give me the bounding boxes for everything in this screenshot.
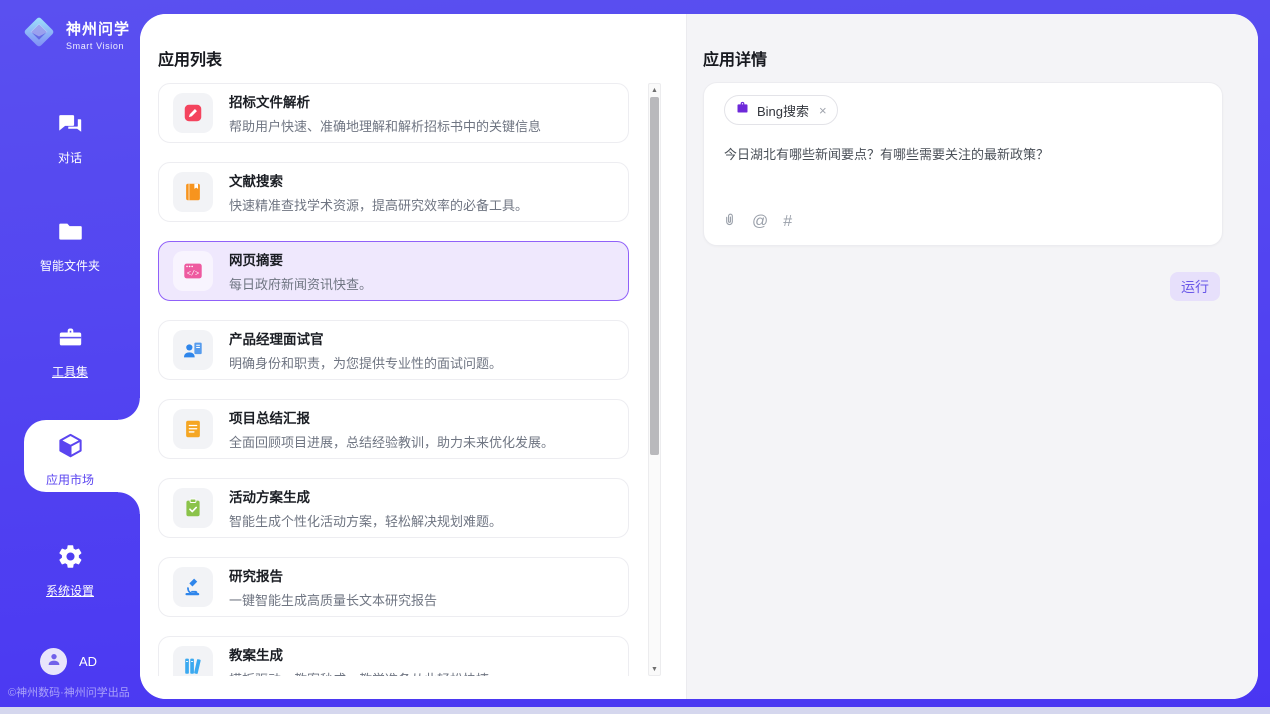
browser-code-icon: </>: [173, 251, 213, 291]
sidebar-item-folders[interactable]: 智能文件夹: [0, 218, 140, 274]
app-card-name: 产品经理面试官: [229, 328, 502, 348]
app-card[interactable]: 文献搜索快速精准查找学术资源，提高研究效率的必备工具。: [158, 162, 629, 222]
book-icon: [173, 172, 213, 212]
app-list-section: 应用列表 招标文件解析帮助用户快速、准确地理解和解析招标书中的关键信息文献搜索快…: [140, 14, 686, 699]
user-profile[interactable]: AD: [40, 648, 97, 675]
logo-diamond-icon: [20, 13, 58, 56]
app-list-title: 应用列表: [158, 46, 222, 70]
app-card-name: 研究报告: [229, 565, 437, 585]
tool-chip-label: Bing搜索: [757, 101, 809, 120]
cube-icon: [57, 432, 84, 464]
app-list: 招标文件解析帮助用户快速、准确地理解和解析招标书中的关键信息文献搜索快速精准查找…: [158, 83, 629, 676]
avatar[interactable]: [40, 648, 67, 675]
app-card-name: 活动方案生成: [229, 486, 502, 506]
sidebar: 神州问学 Smart Vision 对话智能文件夹工具集应用市场系统设置 AD …: [0, 0, 140, 714]
app-card[interactable]: 招标文件解析帮助用户快速、准确地理解和解析招标书中的关键信息: [158, 83, 629, 143]
prompt-card: Bing搜索 × 今日湖北有哪些新闻要点？有哪些需要关注的最新政策？ @ #: [703, 82, 1223, 246]
scrollbar-thumb[interactable]: [650, 97, 659, 455]
folder-icon: [57, 218, 84, 250]
scroll-up-icon[interactable]: ▲: [649, 84, 660, 96]
copyright-footer: ©神州数码·神州问学出品: [8, 684, 130, 700]
app-card-desc: 每日政府新闻资讯快查。: [229, 274, 372, 293]
app-card-name: 招标文件解析: [229, 91, 541, 111]
user-name: AD: [79, 654, 97, 669]
logo-title: 神州问学: [66, 18, 130, 39]
app-card-name: 文献搜索: [229, 170, 528, 190]
app-card-desc: 明确身份和职责，为您提供专业性的面试问题。: [229, 353, 502, 372]
app-card-desc: 模板驱动，教案秒成，教学准备从此轻松快捷: [229, 669, 489, 676]
attachment-icon[interactable]: [722, 211, 737, 233]
logo-subtitle: Smart Vision: [66, 41, 130, 51]
sidebar-item-label: 智能文件夹: [40, 257, 100, 274]
interviewer-icon: [173, 330, 213, 370]
clipboard-check-icon: [173, 488, 213, 528]
app-card[interactable]: 教案生成模板驱动，教案秒成，教学准备从此轻松快捷: [158, 636, 629, 676]
mention-icon[interactable]: @: [752, 214, 768, 230]
edit-icon: [173, 93, 213, 133]
person-icon: [46, 651, 62, 672]
main-panel: 应用列表 招标文件解析帮助用户快速、准确地理解和解析招标书中的关键信息文献搜索快…: [140, 14, 1258, 699]
app-card-desc: 帮助用户快速、准确地理解和解析招标书中的关键信息: [229, 116, 541, 135]
scrollbar[interactable]: ▲ ▼: [648, 83, 661, 676]
sidebar-item-app-market[interactable]: 应用市场: [0, 432, 140, 488]
sidebar-item-tools[interactable]: 工具集: [0, 324, 140, 380]
input-toolbar: @ #: [722, 211, 792, 233]
app-card[interactable]: 产品经理面试官明确身份和职责，为您提供专业性的面试问题。: [158, 320, 629, 380]
app-card[interactable]: </> 网页摘要每日政府新闻资讯快查。: [158, 241, 629, 301]
sidebar-item-chat[interactable]: 对话: [0, 110, 140, 166]
chip-close-icon[interactable]: ×: [819, 103, 827, 118]
hash-icon[interactable]: #: [783, 214, 792, 230]
svg-text:</>: </>: [187, 270, 199, 278]
toolbox-icon: [57, 324, 84, 356]
app-detail-section: 应用详情 Bing搜索 × 今日湖北有哪些新闻要点？有哪些需要关注的最新政策？: [686, 14, 1258, 699]
sidebar-item-label: 对话: [58, 149, 82, 166]
app-logo: 神州问学 Smart Vision: [20, 13, 130, 56]
app-detail-title: 应用详情: [703, 46, 767, 70]
app-card[interactable]: 项目总结汇报全面回顾项目进展，总结经验教训，助力未来优化发展。: [158, 399, 629, 459]
bottom-edge: [0, 707, 1270, 714]
sidebar-item-label: 应用市场: [46, 471, 94, 488]
app-card-desc: 全面回顾项目进展，总结经验教训，助力未来优化发展。: [229, 432, 554, 451]
briefcase-icon: [735, 100, 750, 120]
app-card-desc: 快速精准查找学术资源，提高研究效率的必备工具。: [229, 195, 528, 214]
books-icon: [173, 646, 213, 676]
app-card-name: 教案生成: [229, 644, 489, 664]
microscope-icon: [173, 567, 213, 607]
run-button[interactable]: 运行: [1170, 272, 1220, 301]
chat-icon: [57, 110, 84, 142]
app-card-desc: 智能生成个性化活动方案，轻松解决规划难题。: [229, 511, 502, 530]
sidebar-item-label: 系统设置: [46, 582, 94, 599]
scroll-down-icon[interactable]: ▼: [649, 663, 660, 675]
app-card[interactable]: 研究报告一键智能生成高质量长文本研究报告: [158, 557, 629, 617]
app-card[interactable]: 活动方案生成智能生成个性化活动方案，轻松解决规划难题。: [158, 478, 629, 538]
tool-chip[interactable]: Bing搜索 ×: [724, 95, 838, 125]
app-card-desc: 一键智能生成高质量长文本研究报告: [229, 590, 437, 609]
memo-icon: [173, 409, 213, 449]
sidebar-item-settings[interactable]: 系统设置: [0, 543, 140, 599]
prompt-input[interactable]: 今日湖北有哪些新闻要点？有哪些需要关注的最新政策？: [724, 145, 1202, 165]
app-card-name: 项目总结汇报: [229, 407, 554, 427]
gear-icon: [57, 543, 84, 575]
sidebar-item-label: 工具集: [52, 363, 88, 380]
app-card-name: 网页摘要: [229, 249, 372, 269]
